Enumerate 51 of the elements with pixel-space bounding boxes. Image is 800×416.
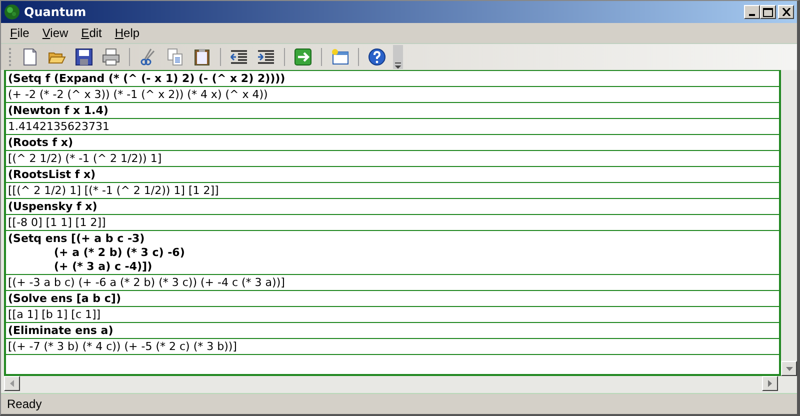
right-arrow-icon: [768, 380, 772, 387]
menu-item[interactable]: Edit: [74, 26, 108, 40]
expression-text: 1.4142135623731: [8, 120, 110, 134]
expression-text: (Uspensky f x): [8, 200, 98, 214]
menu-item[interactable]: View: [35, 26, 74, 40]
expression-text: (Roots f x): [8, 136, 74, 150]
expression-text: [[-8 0] [1 1] [1 2]]: [8, 216, 107, 230]
input-cell[interactable]: (Roots f x): [6, 135, 779, 151]
expression-text: [(+ -7 (* 3 b) (* 4 c)) (+ -5 (* 2 c) (* 3 b))]: [8, 340, 238, 354]
input-cell[interactable]: (RootsList f x): [6, 167, 779, 183]
input-cell[interactable]: (Uspensky f x): [6, 199, 779, 215]
run-button[interactable]: [292, 46, 314, 68]
expression-text: (+ -2 (* -2 (^ x 3)) (* -1 (^ x 2)) (* 4 x) (^ x 4)): [8, 88, 269, 102]
toolbar-grip[interactable]: [9, 47, 12, 67]
menu-item[interactable]: File: [3, 26, 36, 40]
input-cell[interactable]: (Newton f x 1.4): [6, 103, 779, 119]
toolbar-overflow-button[interactable]: [393, 45, 403, 69]
input-cell[interactable]: (Setq f (Expand (* (^ (- x 1) 2) (- (^ x 2) 2)))): [6, 71, 779, 87]
expression-text: (Solve ens [a b c]): [8, 292, 122, 306]
scroll-down-button[interactable]: [781, 361, 797, 376]
save-button[interactable]: [73, 46, 95, 68]
expression-text: [(+ -3 a b c) (+ -6 a (* 2 b) (* 3 c)) (+ -4 c (* 3 a))]: [8, 276, 286, 290]
expression-text: [(^ 2 1/2) (* -1 (^ 2 1/2)) 1]: [8, 152, 163, 166]
close-icon: [782, 8, 790, 16]
status-text: Ready: [7, 397, 42, 411]
expression-text: (Setq f (Expand (* (^ (- x 1) 2) (- (^ x 2) 2)))): [8, 72, 286, 86]
input-cell[interactable]: (Solve ens [a b c]): [6, 291, 779, 307]
chevron-icon: [394, 61, 402, 69]
expression-text: (Setq ens [(+ a b c -3): [8, 232, 146, 246]
maximize-button[interactable]: [760, 5, 776, 19]
help-button[interactable]: [366, 46, 388, 68]
left-arrow-icon: [10, 380, 14, 387]
scroll-right-button[interactable]: [762, 376, 778, 391]
window-title: Quantum: [24, 5, 86, 19]
down-arrow-icon: [786, 366, 792, 370]
expression-text: (+ (* 3 a) c -4)]): [53, 260, 154, 274]
input-cell[interactable]: (Setq ens [(+ a b c -3) (+ a (* 2 b) (* 3 c) -6) (+ (* 3 a) c -4)]): [6, 231, 779, 275]
print-button[interactable]: [100, 46, 122, 68]
expression-text: [[a 1] [b 1] [c 1]]: [8, 308, 102, 322]
expression-text: [[(^ 2 1/2) 1] [(* -1 (^ 2 1/2)) 1] [1 2]]: [8, 184, 220, 198]
menu-item[interactable]: Help: [108, 26, 146, 40]
close-button[interactable]: [778, 5, 794, 19]
minimize-button[interactable]: [744, 5, 760, 19]
maximize-icon: [763, 8, 773, 16]
expression-text: (Newton f x 1.4): [8, 104, 110, 118]
globe-icon: [4, 4, 20, 20]
expression-text: (RootsList f x): [8, 168, 97, 182]
expression-text: (+ a (* 2 b) (* 3 c) -6): [53, 246, 186, 260]
input-cell[interactable]: (Eliminate ens a): [6, 323, 779, 339]
expression-text: (Eliminate ens a): [8, 324, 114, 338]
scroll-left-button[interactable]: [4, 376, 20, 391]
